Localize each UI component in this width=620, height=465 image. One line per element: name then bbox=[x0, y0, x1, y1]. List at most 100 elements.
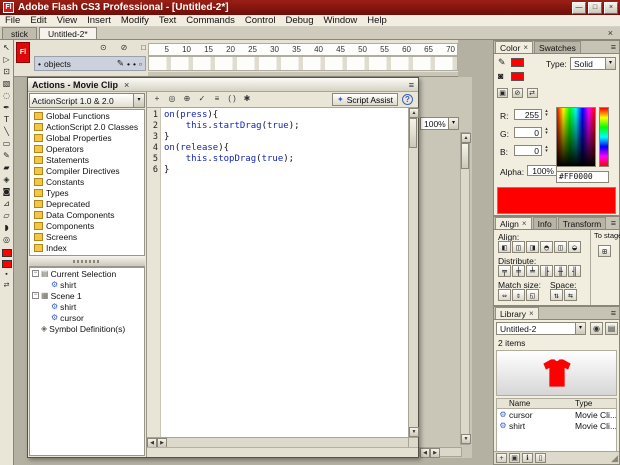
align-v-center-button[interactable]: ◫ bbox=[554, 241, 567, 253]
frames-grid[interactable] bbox=[148, 56, 458, 71]
red-value-input[interactable]: 255 bbox=[514, 109, 542, 120]
align-bottom-button[interactable]: ◒ bbox=[568, 241, 581, 253]
align-top-button[interactable]: ◓ bbox=[540, 241, 553, 253]
selection-tool-icon[interactable]: ↖ bbox=[1, 42, 13, 54]
toolbox-item[interactable]: Constants bbox=[30, 176, 144, 187]
eraser-tool-icon[interactable]: ▱ bbox=[1, 210, 13, 222]
distribute-right-button[interactable]: ╢ bbox=[568, 265, 581, 277]
panel-menu-icon[interactable]: ≡ bbox=[611, 217, 619, 229]
library-item-cursor[interactable]: ⚙ cursor Movie Cli... bbox=[497, 409, 616, 420]
stroke-color-chip[interactable] bbox=[1, 249, 12, 257]
menu-file[interactable]: File bbox=[0, 15, 25, 26]
lock-column-icon[interactable]: ⊘ bbox=[121, 43, 128, 52]
hue-slider[interactable] bbox=[599, 107, 609, 167]
toolbox-item[interactable]: Operators bbox=[30, 143, 144, 154]
tab-info[interactable]: Info bbox=[532, 217, 557, 229]
close-document-icon[interactable]: × bbox=[605, 27, 616, 39]
document-tab-untitled2[interactable]: Untitled-2* bbox=[39, 27, 97, 39]
layer-visible-dot[interactable]: • bbox=[127, 59, 130, 69]
match-size-button[interactable]: ◱ bbox=[526, 289, 539, 301]
default-colors-icon[interactable]: ▪ bbox=[5, 270, 7, 279]
distribute-top-button[interactable]: ╤ bbox=[498, 265, 511, 277]
paint-bucket-tool-icon[interactable]: ◙ bbox=[1, 186, 13, 198]
blue-stepper[interactable]: ▴ ▾ bbox=[543, 145, 550, 154]
script-horizontal-scrollbar[interactable]: ◀ ▶ bbox=[147, 437, 418, 448]
new-folder-button[interactable]: ▣ bbox=[509, 453, 520, 463]
free-transform-tool-icon[interactable]: ⊡ bbox=[1, 66, 13, 78]
close-button[interactable]: × bbox=[604, 1, 618, 14]
match-width-button[interactable]: ⇔ bbox=[498, 289, 511, 301]
scrollbar-thumb[interactable] bbox=[461, 143, 469, 169]
menu-debug[interactable]: Debug bbox=[281, 15, 319, 26]
navigator-item[interactable]: − ▤ Current Selection bbox=[30, 268, 144, 279]
layer-outline-swatch[interactable]: ▫ bbox=[139, 59, 142, 69]
zoom-level-select[interactable]: 100% ▾ bbox=[420, 117, 459, 130]
library-item-shirt[interactable]: ⚙ shirt Movie Cli... bbox=[497, 420, 616, 431]
stage-vertical-scrollbar[interactable]: ▲ ▼ bbox=[460, 132, 471, 445]
blue-value-input[interactable]: 0 bbox=[514, 145, 542, 156]
chevron-down-icon[interactable]: ▾ bbox=[448, 118, 458, 129]
tab-swatches[interactable]: Swatches bbox=[533, 41, 581, 53]
align-h-center-button[interactable]: ◫ bbox=[512, 241, 525, 253]
toolbox-item[interactable]: Statements bbox=[30, 154, 144, 165]
close-icon[interactable]: × bbox=[529, 308, 534, 319]
chevron-down-icon[interactable]: ▾ bbox=[605, 58, 615, 69]
paint-bucket-icon[interactable]: ◙ bbox=[498, 71, 503, 81]
close-icon[interactable]: × bbox=[124, 80, 129, 90]
panel-splitter[interactable] bbox=[29, 256, 145, 267]
match-height-button[interactable]: ⇕ bbox=[512, 289, 525, 301]
menu-control[interactable]: Control bbox=[240, 15, 281, 26]
ink-bottle-tool-icon[interactable]: ◈ bbox=[1, 174, 13, 186]
navigator-item[interactable]: ⚙ shirt bbox=[30, 301, 144, 312]
toolbox-item[interactable]: ActionScript 2.0 Classes bbox=[30, 121, 144, 132]
new-symbol-button[interactable]: + bbox=[496, 453, 507, 463]
menu-edit[interactable]: Edit bbox=[25, 15, 51, 26]
new-library-panel-icon[interactable]: ▤ bbox=[605, 322, 618, 335]
navigator-item[interactable]: ⚙ shirt bbox=[30, 279, 144, 290]
tab-align[interactable]: Align × bbox=[495, 217, 532, 229]
toolbox-item[interactable]: Screens bbox=[30, 231, 144, 242]
script-editor[interactable]: on(press){ this.startDrag(true);} on(rele… bbox=[161, 108, 408, 437]
toolbox-item[interactable]: Types bbox=[30, 187, 144, 198]
tab-transform[interactable]: Transform bbox=[557, 217, 607, 229]
brush-tool-icon[interactable]: ▰ bbox=[1, 162, 13, 174]
lasso-tool-icon[interactable]: ◌ bbox=[1, 90, 13, 102]
red-stepper[interactable]: ▴ ▾ bbox=[543, 109, 550, 118]
green-stepper[interactable]: ▴ ▾ bbox=[543, 127, 550, 136]
black-white-icon[interactable]: ▣ bbox=[497, 88, 508, 98]
scroll-up-icon[interactable]: ▲ bbox=[461, 133, 471, 143]
library-document-select[interactable]: Untitled-2 ▾ bbox=[496, 322, 586, 335]
resize-grip-icon[interactable]: ◢ bbox=[611, 453, 618, 464]
scroll-down-icon[interactable]: ▼ bbox=[461, 434, 471, 444]
panel-menu-icon[interactable]: ≡ bbox=[611, 41, 619, 53]
add-script-icon[interactable]: + bbox=[150, 93, 164, 106]
help-icon[interactable]: ? bbox=[402, 94, 413, 105]
hand-tool-icon[interactable]: ◗ bbox=[1, 222, 13, 234]
toolbox-item[interactable]: Deprecated bbox=[30, 198, 144, 209]
layer-row[interactable]: • objects ✎ • • ▫ bbox=[34, 56, 146, 71]
toolbox-item[interactable]: Compiler Directives bbox=[30, 165, 144, 176]
expander-icon[interactable]: − bbox=[32, 270, 39, 277]
properties-button[interactable]: ℹ bbox=[522, 453, 533, 463]
toolbox-item[interactable]: Global Properties bbox=[30, 132, 144, 143]
navigator-item[interactable]: ◈ Symbol Definition(s) bbox=[30, 323, 144, 334]
menu-insert[interactable]: Insert bbox=[82, 15, 116, 26]
align-left-button[interactable]: ◧ bbox=[498, 241, 511, 253]
distribute-bottom-button[interactable]: ╧ bbox=[526, 265, 539, 277]
pin-library-icon[interactable]: ◉ bbox=[590, 322, 603, 335]
scrollbar-thumb[interactable] bbox=[409, 118, 417, 148]
auto-format-icon[interactable]: ≡ bbox=[210, 93, 224, 106]
swap-colors-icon[interactable]: ⇄ bbox=[526, 88, 538, 98]
insert-target-path-icon[interactable]: ⊕ bbox=[180, 93, 194, 106]
no-color-icon[interactable]: ⊘ bbox=[511, 88, 523, 98]
navigator-item[interactable]: ⚙ cursor bbox=[30, 312, 144, 323]
navigator-item[interactable]: − ▦ Scene 1 bbox=[30, 290, 144, 301]
menu-window[interactable]: Window bbox=[319, 15, 363, 26]
menu-modify[interactable]: Modify bbox=[116, 15, 154, 26]
outline-column-icon[interactable]: □ bbox=[141, 43, 146, 52]
layer-lock-dot[interactable]: • bbox=[133, 59, 136, 69]
distribute-h-center-button[interactable]: ╫ bbox=[554, 265, 567, 277]
rectangle-tool-icon[interactable]: ▭ bbox=[1, 138, 13, 150]
tab-color[interactable]: Color × bbox=[495, 41, 533, 53]
debug-options-icon[interactable]: ✱ bbox=[240, 93, 254, 106]
